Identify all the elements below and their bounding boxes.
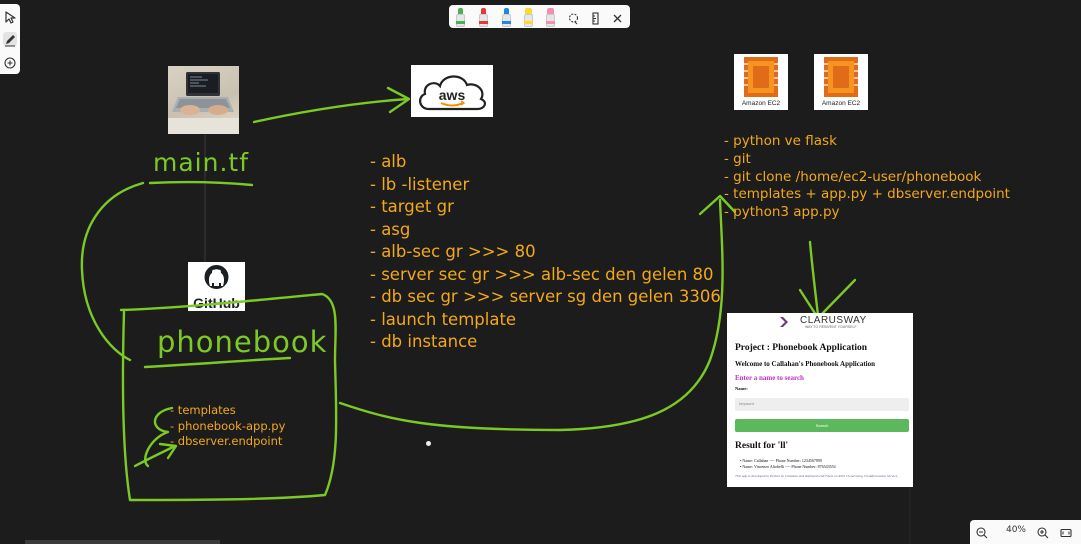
search-prompt: Enter a name to search xyxy=(735,374,804,382)
list-item: - server sec gr >>> alb-sec den gelen 80 xyxy=(370,264,714,284)
search-button[interactable]: Search xyxy=(735,419,909,432)
arrow-to-app xyxy=(808,240,820,317)
list-item: - lb -listener xyxy=(370,174,470,194)
aws-resource-list: - alb - lb -listener - target gr - asg -… xyxy=(370,151,721,354)
list-item: - alb-sec gr >>> 80 xyxy=(370,242,536,261)
ec2-setup-list: - python ve flask - git - git clone /hom… xyxy=(724,133,1010,222)
arrow-to-aws xyxy=(252,97,410,124)
list-item: - target gr xyxy=(370,197,454,216)
main-tf-label: main.tf xyxy=(153,148,250,177)
phonebook-file-list: - templates - phonebook-app.py - dbserve… xyxy=(170,403,285,450)
list-item: - git xyxy=(724,150,751,167)
main-tf-loop xyxy=(80,181,145,362)
app-title: Project : Phonebook Application xyxy=(735,343,868,353)
list-item: - phonebook-app.py xyxy=(170,418,286,433)
list-item: - db sec gr >>> server sg den gelen 3306 xyxy=(370,287,721,306)
list-item: - launch template xyxy=(370,309,517,329)
claursway-logo-icon xyxy=(780,317,788,327)
zoom-in-icon[interactable] xyxy=(1036,525,1050,539)
list-item: - python3 app.py xyxy=(724,204,840,221)
zoom-level: 40% xyxy=(1005,525,1026,535)
name-label: Name: xyxy=(735,386,748,391)
result-item: • Name: Callahan ---- Phone Number: 1234… xyxy=(740,458,822,463)
phonebook-underline xyxy=(143,356,292,369)
fit-to-screen-icon[interactable] xyxy=(1059,525,1073,539)
brand-tagline: WAY TO REINVENT YOURSELF xyxy=(805,325,857,329)
app-welcome: Welcome to Callahan's Phonebook Applicat… xyxy=(735,360,876,368)
list-item: - db instance xyxy=(370,332,478,351)
cursor-dot xyxy=(426,441,431,446)
phonebook-label: phonebook xyxy=(157,325,328,359)
list-item: - python ve flask xyxy=(724,133,837,149)
app-footer: This app is developed in Python by Calla… xyxy=(735,474,899,478)
list-item: - dbserver.endpoint xyxy=(170,434,283,448)
list-item: - templates xyxy=(170,403,236,417)
zoom-bar: 40% xyxy=(970,520,1081,544)
result-title: Result for 'll' xyxy=(735,441,789,451)
list-item: - alb xyxy=(370,152,407,171)
list-item: - templates + app.py + dbserver.endpoint xyxy=(724,186,1010,203)
phonebook-app-screenshot: CLARUSWAY WAY TO REINVENT YOURSELF Proje… xyxy=(727,313,913,487)
zoom-out-icon[interactable] xyxy=(975,525,989,539)
result-item: • Name: Vincenzo Altobelli ---- Phone Nu… xyxy=(740,464,836,469)
list-item: - asg xyxy=(370,219,411,239)
main-tf-underline xyxy=(148,180,254,187)
list-item: - git clone /home/ec2-user/phonebook xyxy=(724,168,982,185)
search-input[interactable]: keyword xyxy=(735,398,909,411)
